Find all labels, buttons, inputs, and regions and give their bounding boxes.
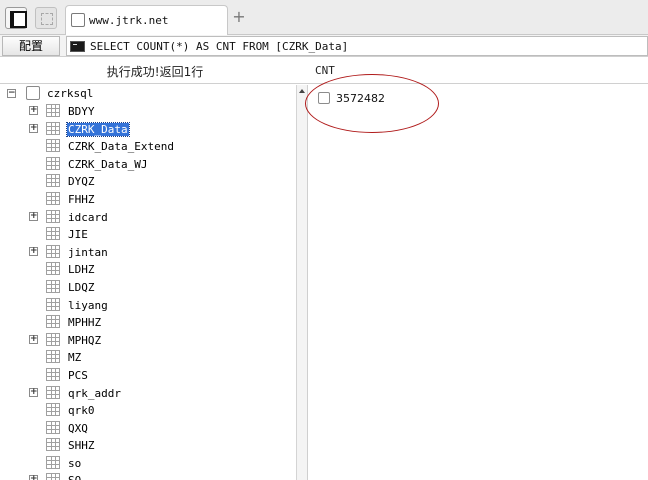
table-icon	[46, 403, 60, 417]
tree-item[interactable]: liyang	[0, 296, 296, 314]
table-icon	[46, 209, 60, 223]
table-icon	[46, 104, 60, 117]
tree-item[interactable]: CZRK_Data_WJ	[0, 155, 296, 173]
tree-item[interactable]: DYQZ	[0, 172, 296, 190]
tree-item-label: MPHQZ	[68, 333, 102, 347]
table-icon	[46, 350, 60, 364]
table-icon	[46, 191, 60, 205]
table-icon	[46, 367, 60, 381]
tree-item[interactable]: + qrk_addr	[0, 384, 296, 402]
tree-item-label: idcard	[68, 210, 108, 224]
expand-icon[interactable]: +	[29, 387, 38, 397]
result-column-header[interactable]: CNT	[315, 64, 335, 77]
tree-item[interactable]: PCS	[0, 366, 296, 384]
expand-icon[interactable]: +	[29, 475, 38, 480]
expand-icon[interactable]: +	[29, 211, 38, 221]
tree-item-label: MZ	[68, 351, 82, 365]
tree-item[interactable]: + idcard	[0, 208, 296, 226]
table-icon	[46, 332, 60, 346]
tab-bar: www.jtrk.net +	[0, 0, 648, 35]
page-icon	[71, 13, 85, 27]
collapse-icon[interactable]: −	[7, 89, 16, 98]
table-icon	[46, 262, 60, 276]
table-icon	[46, 279, 60, 293]
tree-item[interactable]: + CZRK_Data	[0, 120, 296, 138]
table-icon	[46, 315, 60, 329]
tree-item[interactable]: so	[0, 454, 296, 472]
tree-item-label: FHHZ	[68, 192, 95, 206]
tree-item-label: SHHZ	[68, 439, 95, 453]
tree-item[interactable]: MPHHZ	[0, 313, 296, 331]
annotation-circle	[305, 74, 439, 133]
table-icon	[46, 297, 60, 311]
sql-input[interactable]: SELECT COUNT(*) AS CNT FROM [CZRK_Data]	[66, 36, 648, 56]
tree-item[interactable]: FHHZ	[0, 190, 296, 208]
tree-item[interactable]: + SQ	[0, 471, 296, 480]
table-icon	[46, 420, 60, 434]
tab-title: www.jtrk.net	[89, 14, 169, 27]
tree-item-label: MPHHZ	[68, 316, 102, 330]
sql-text: SELECT COUNT(*) AS CNT FROM [CZRK_Data]	[90, 40, 349, 53]
table-icon	[46, 385, 60, 399]
tree-item-label: PCS	[68, 368, 88, 382]
table-icon	[46, 174, 60, 188]
tree-item-label: QXQ	[68, 421, 88, 435]
tree-item[interactable]: SHHZ	[0, 436, 296, 454]
database-icon	[26, 86, 40, 100]
tree-item-label: BDYY	[68, 105, 95, 118]
tree-item-label: DYQZ	[68, 175, 95, 189]
tree-item[interactable]: + BDYY	[0, 102, 296, 120]
table-icon	[46, 438, 60, 452]
tree-item-label: jintan	[68, 245, 108, 259]
tree-item[interactable]: QXQ	[0, 419, 296, 437]
tree-root[interactable]: − czrksql	[0, 85, 296, 102]
table-icon	[46, 473, 60, 480]
tab-overview-icon[interactable]	[35, 7, 57, 29]
expand-icon[interactable]: +	[29, 123, 38, 133]
database-tree: − czrksql + BDYY + CZRK_Data CZRK_Data_Exten…	[0, 85, 296, 480]
table-icon	[46, 244, 60, 258]
table-list: + BDYY + CZRK_Data CZRK_Data_Extend CZRK_Data…	[0, 102, 296, 480]
tree-item-label: so	[68, 456, 82, 470]
tree-root-label: czrksql	[47, 87, 94, 100]
tree-item-label: CZRK_Data_Extend	[68, 140, 174, 154]
table-icon	[46, 139, 60, 153]
table-icon	[46, 121, 60, 135]
tree-item[interactable]: MZ	[0, 348, 296, 366]
tree-item-label: SQ	[67, 474, 82, 480]
terminal-icon	[70, 41, 85, 52]
tree-item[interactable]: LDHZ	[0, 260, 296, 278]
new-tab-button[interactable]: +	[232, 9, 246, 25]
config-button[interactable]: 配置	[2, 36, 60, 56]
tree-item-label: qrk0	[68, 404, 95, 418]
table-icon	[46, 156, 60, 170]
status-row: 执行成功!返回1行 CNT	[0, 58, 648, 84]
scrollbar[interactable]	[296, 85, 308, 480]
expand-icon[interactable]: +	[29, 246, 38, 256]
tree-item-label: liyang	[68, 298, 108, 312]
tree-item[interactable]: qrk0	[0, 401, 296, 419]
tree-item[interactable]: CZRK_Data_Extend	[0, 137, 296, 155]
result-grid: 3572482	[305, 74, 648, 480]
tree-item-label: LDQZ	[68, 280, 95, 294]
tree-item-label: JIE	[68, 228, 88, 242]
status-message: 执行成功!返回1行	[106, 65, 204, 79]
panel-toggle-icon[interactable]	[5, 7, 27, 29]
tree-item-label: qrk_addr	[68, 386, 121, 400]
table-icon	[46, 455, 60, 469]
tree-item[interactable]: JIE	[0, 225, 296, 243]
tree-item-label: CZRK_Data	[66, 121, 130, 137]
tree-item[interactable]: LDQZ	[0, 278, 296, 296]
scroll-up-icon[interactable]	[299, 89, 305, 93]
query-toolbar: 配置 SELECT COUNT(*) AS CNT FROM [CZRK_Dat…	[0, 35, 648, 57]
expand-icon[interactable]: +	[29, 106, 38, 115]
expand-icon[interactable]: +	[29, 334, 38, 344]
tree-item[interactable]: + MPHQZ	[0, 331, 296, 349]
tree-item-label: CZRK_Data_WJ	[68, 157, 148, 171]
tree-item-label: LDHZ	[68, 263, 95, 277]
tree-item[interactable]: + jintan	[0, 243, 296, 261]
browser-tab[interactable]: www.jtrk.net	[65, 5, 228, 35]
table-icon	[46, 227, 60, 241]
